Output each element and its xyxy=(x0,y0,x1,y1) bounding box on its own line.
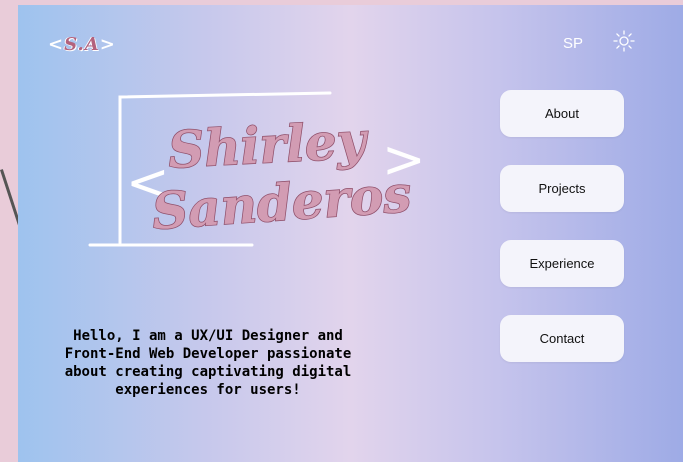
nav-button-contact[interactable]: Contact xyxy=(500,315,624,362)
nav-button-experience[interactable]: Experience xyxy=(500,240,624,287)
main-nav: About Projects Experience Contact xyxy=(500,90,624,390)
intro-text: Hello, I am a UX/UI Designer and Front-E… xyxy=(64,328,352,398)
nav-button-about[interactable]: About xyxy=(500,90,624,137)
nav-button-projects[interactable]: Projects xyxy=(500,165,624,212)
main-panel: <S.A> SP < > Shirley Sanderos Hello, I a… xyxy=(18,5,683,462)
